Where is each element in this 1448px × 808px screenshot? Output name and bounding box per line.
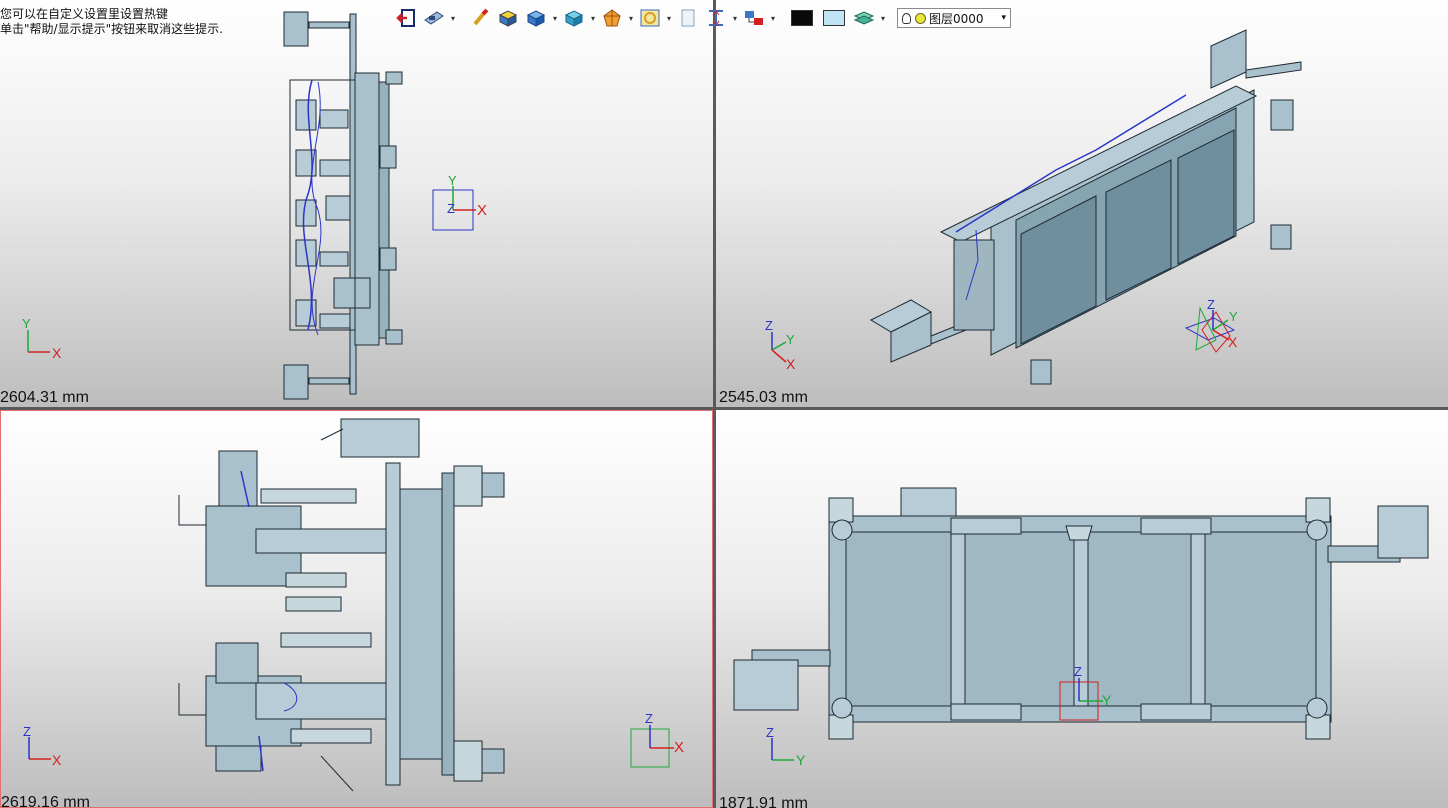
viewport-side[interactable]: X Z X Z 2619.16 mm <box>0 410 713 808</box>
exit-button[interactable] <box>393 6 419 30</box>
scale-label-top: 1871.91 mm <box>719 795 808 808</box>
axis-z-label: Z <box>645 711 653 726</box>
wrap-icon <box>640 9 660 27</box>
model-tree-icon <box>745 11 763 25</box>
shaded-cube-button[interactable] <box>523 6 549 30</box>
layers-icon <box>853 11 875 25</box>
exit-icon <box>396 9 415 27</box>
view-toolbar: ▾ ▾ ▾ ▾ ▾ ▾ ▾ ▾ 图层0000 ▾ <box>393 5 1011 31</box>
line-color-swatch[interactable] <box>791 10 813 26</box>
axis-y-label: Y <box>1102 692 1112 708</box>
wrap-dropdown[interactable]: ▾ <box>665 6 673 30</box>
corner-axis-x-label: X <box>52 345 62 361</box>
layer-color-icon <box>915 12 926 24</box>
solid-box-button[interactable] <box>495 6 521 30</box>
layers-button[interactable] <box>851 6 877 30</box>
layers-dropdown[interactable]: ▾ <box>879 6 887 30</box>
viewport-isometric[interactable]: Z Y X Z Y X 2545.03 mm <box>716 0 1448 407</box>
section-button[interactable] <box>599 6 625 30</box>
model-tree-button[interactable] <box>741 6 767 30</box>
view-display-dropdown[interactable]: ▾ <box>449 6 457 30</box>
corner-axis-triad <box>771 738 794 761</box>
center-axis-triad <box>630 725 674 768</box>
corner-axis-triad <box>27 330 50 353</box>
axis-x-label: X <box>1228 334 1238 350</box>
corner-axis-triad <box>28 737 51 760</box>
scale-label-front: 2604.31 mm <box>0 389 89 406</box>
corner-axis-x-label: X <box>786 356 796 372</box>
axis-x-label: X <box>674 739 685 756</box>
axis-y-label: Y <box>1229 309 1238 324</box>
isometric-view-model <box>771 29 1302 385</box>
corner-axis-y-label: Y <box>786 332 795 347</box>
section-dropdown[interactable]: ▾ <box>627 6 635 30</box>
section-icon <box>603 9 621 27</box>
center-axis-triad <box>1184 306 1236 353</box>
view-display-icon <box>424 11 444 25</box>
page-button[interactable] <box>675 6 701 30</box>
pencil-button[interactable] <box>467 6 493 30</box>
corner-axis-x-label: X <box>52 752 62 768</box>
front-view-model <box>27 11 476 400</box>
wrap-button[interactable] <box>637 6 663 30</box>
render-mode-button[interactable] <box>561 6 587 30</box>
layer-select-value: 图层0000 <box>929 11 984 26</box>
measure-button[interactable] <box>703 6 729 30</box>
corner-axis-triad <box>771 332 787 363</box>
axis-z-label: Z <box>447 201 455 216</box>
corner-axis-y-label: Y <box>22 316 31 331</box>
render-mode-dropdown[interactable]: ▾ <box>589 6 597 30</box>
axis-x-label: X <box>477 202 488 219</box>
model-tree-dropdown[interactable]: ▾ <box>769 6 777 30</box>
corner-axis-z-label: Z <box>765 318 773 333</box>
scale-label-side: 2619.16 mm <box>1 794 90 808</box>
measure-dropdown[interactable]: ▾ <box>731 6 739 30</box>
axis-z-label: Z <box>1074 664 1082 679</box>
pencil-icon <box>473 8 489 26</box>
axis-z-label: Z <box>1207 297 1215 312</box>
shaded-cube-dropdown[interactable]: ▾ <box>551 6 559 30</box>
layer-select[interactable]: 图层0000 ▾ <box>897 8 1011 28</box>
shaded-cube-icon <box>526 10 546 27</box>
side-view-model <box>28 418 674 792</box>
corner-axis-z-label: Z <box>23 724 31 739</box>
viewport-top[interactable]: Y Z Y Z 1871.91 mm <box>716 410 1448 808</box>
scale-label-isometric: 2545.03 mm <box>719 389 808 406</box>
render-mode-icon <box>564 10 584 27</box>
view-display-button[interactable] <box>421 6 447 30</box>
axis-y-label: Y <box>448 173 457 188</box>
viewport-front[interactable]: 您可以在自定义设置里设置热键 单击"帮助/显示提示"按钮来取消这些提示. X Y… <box>0 0 713 407</box>
chevron-down-icon: ▾ <box>1001 13 1006 23</box>
corner-axis-z-label: Z <box>766 725 774 740</box>
top-view-model <box>733 487 1429 761</box>
solid-box-icon <box>498 10 518 27</box>
corner-axis-y-label: Y <box>796 752 806 768</box>
bulb-icon <box>902 12 911 24</box>
page-icon <box>681 9 695 27</box>
measure-icon <box>709 10 723 26</box>
fill-color-swatch[interactable] <box>823 10 845 26</box>
